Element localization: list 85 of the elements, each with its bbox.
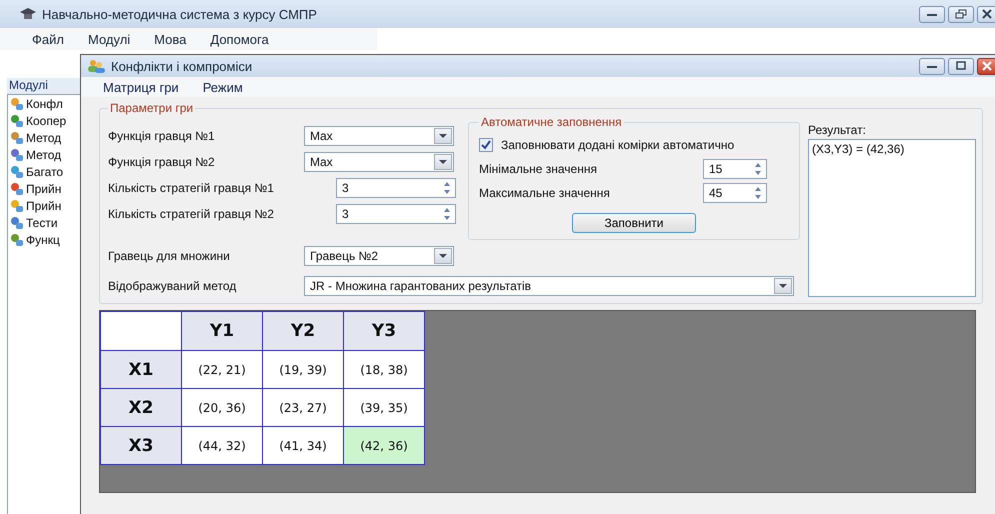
minimize-button[interactable] xyxy=(919,6,945,22)
checkbox[interactable] xyxy=(479,138,493,152)
column-header: Y3 xyxy=(344,312,424,350)
module-icon xyxy=(10,232,24,246)
field-label: Гравець для множини xyxy=(108,249,231,263)
window-title: Навчально-методична система з курсу СМПР xyxy=(42,6,317,22)
module-item[interactable]: Функц xyxy=(8,231,80,248)
table-cell[interactable]: (44, 32) xyxy=(182,426,262,464)
close-icon xyxy=(980,61,992,71)
module-item[interactable]: Прийн xyxy=(8,180,80,197)
module-icon xyxy=(10,164,24,178)
column-header: Y1 xyxy=(182,312,262,350)
column-header: Y2 xyxy=(262,312,344,350)
dropdown[interactable]: Max xyxy=(304,126,454,146)
checkbox-label: Заповнювати додані комірки автоматично xyxy=(501,138,734,152)
menu-item[interactable]: Режим xyxy=(202,80,243,94)
caret-icon xyxy=(439,134,447,138)
number-field[interactable]: 15 xyxy=(703,159,767,179)
field-label: Функція гравця №2 xyxy=(108,155,216,169)
module-item[interactable]: Метод xyxy=(8,129,80,146)
window-title: Конфлікти і компроміси xyxy=(111,58,252,74)
fill-button[interactable]: Заповнити xyxy=(572,213,696,233)
graduation-cap-icon xyxy=(20,8,36,20)
result-text: (X3,Y3) = (42,36) xyxy=(812,142,904,156)
module-icon xyxy=(10,148,24,162)
module-icon xyxy=(10,114,24,128)
spinner-arrows-icon xyxy=(441,180,453,196)
number-field[interactable]: 45 xyxy=(703,183,767,203)
module-item[interactable]: Тести xyxy=(8,214,80,231)
spinner-arrows-icon xyxy=(752,185,764,201)
spinner-arrows-icon xyxy=(752,161,764,177)
menu-item[interactable]: Матриця гри xyxy=(103,80,179,94)
dropdown[interactable]: JR - Множина гарантованих результатів xyxy=(304,276,794,296)
menu-item[interactable]: Файл xyxy=(32,32,64,46)
module-item[interactable]: Багато xyxy=(8,163,80,180)
caret-icon xyxy=(439,254,447,258)
group-title: Автоматичне заповнення xyxy=(480,115,623,129)
restore-button[interactable] xyxy=(948,6,974,22)
row-header: X2 xyxy=(100,388,182,426)
row-header: X1 xyxy=(100,350,182,388)
module-icon xyxy=(10,216,24,230)
number-field[interactable]: 3 xyxy=(336,178,456,198)
field-label: Максимальне значення xyxy=(479,186,610,200)
table-cell[interactable]: (18, 38) xyxy=(344,350,424,388)
table-cell[interactable]: (42, 36) xyxy=(344,426,424,464)
module-icon xyxy=(10,130,24,144)
menu-item[interactable]: Мова xyxy=(154,32,186,46)
close-button[interactable] xyxy=(977,58,995,74)
row-header: X3 xyxy=(100,426,182,464)
field-label: Мінімальне значення xyxy=(479,162,597,176)
field-label: Функція гравця №1 xyxy=(108,129,216,143)
module-item[interactable]: Прийн xyxy=(8,197,80,214)
field-label: Кількість стратегій гравця №2 xyxy=(108,207,275,221)
module-icon xyxy=(10,96,24,110)
field-label: Відображуваний метод xyxy=(108,279,238,293)
maximize-icon xyxy=(955,61,967,71)
menu-item[interactable]: Допомога xyxy=(210,32,269,46)
result-label: Результат: xyxy=(808,123,867,139)
caret-icon xyxy=(439,160,447,164)
field-label: Кількість стратегій гравця №1 xyxy=(108,181,275,195)
menu-item[interactable]: Модулі xyxy=(88,32,130,46)
users-icon xyxy=(87,59,105,73)
table-cell[interactable]: (19, 39) xyxy=(262,350,344,388)
module-icon xyxy=(10,198,24,212)
table-cell[interactable]: (23, 27) xyxy=(262,388,344,426)
maximize-button[interactable] xyxy=(948,58,974,74)
module-icon xyxy=(10,182,24,196)
dropdown[interactable]: Max xyxy=(304,152,454,172)
caret-icon xyxy=(779,284,787,288)
minimize-icon xyxy=(926,63,938,69)
module-item[interactable]: Коопер xyxy=(8,112,80,129)
module-item[interactable]: Метод xyxy=(8,146,80,163)
module-item[interactable]: Конфл xyxy=(8,95,80,112)
dropdown[interactable]: Гравець №2 xyxy=(304,246,454,266)
table-cell[interactable]: (20, 36) xyxy=(182,388,262,426)
spinner-arrows-icon xyxy=(441,206,453,222)
restore-icon xyxy=(955,9,967,19)
panel-title: Модулі xyxy=(7,78,81,94)
number-field[interactable]: 3 xyxy=(336,204,456,224)
group-title: Параметри гри xyxy=(109,101,194,115)
close-icon xyxy=(982,9,992,19)
close-button[interactable] xyxy=(977,6,995,22)
minimize-icon xyxy=(926,11,938,17)
minimize-button[interactable] xyxy=(919,58,945,74)
table-cell[interactable]: (22, 21) xyxy=(182,350,262,388)
